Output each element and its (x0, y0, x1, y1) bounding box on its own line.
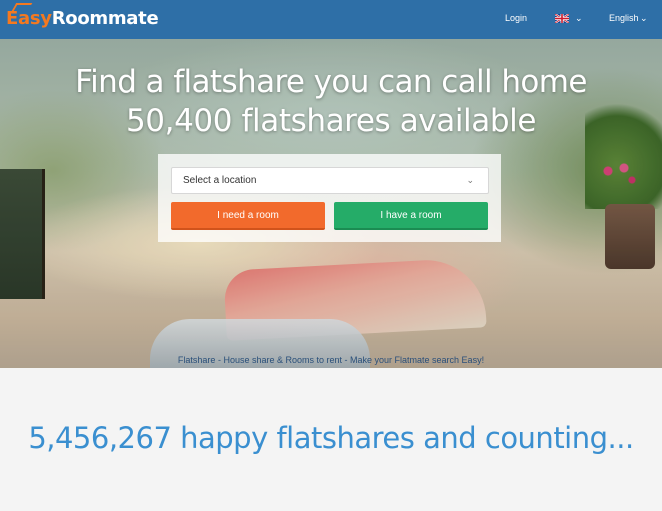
easyroommate-logo[interactable]: Easy Roommate (6, 3, 159, 32)
location-select[interactable]: Select a location ⌄ (171, 167, 489, 194)
uk-flag-icon[interactable] (555, 14, 569, 23)
login-link[interactable]: Login (505, 13, 527, 23)
logo-text-easy: Easy (6, 8, 52, 29)
tagline-slogan: Make your Flatmate search Easy! (350, 355, 485, 365)
logo-text-roommate: Roommate (51, 8, 159, 29)
chevron-down-icon: ⌄ (466, 175, 474, 185)
tagline-flatshare-link[interactable]: Flatshare (178, 355, 216, 365)
hero-subtitle: 50,400 flatshares available (125, 103, 537, 139)
language-selector[interactable]: English (609, 13, 639, 23)
tagline-houseshare-link[interactable]: House share & Rooms to rent (223, 355, 342, 365)
chevron-down-icon[interactable]: ⌄ (575, 13, 583, 24)
location-select-placeholder: Select a location (183, 175, 257, 186)
i-need-a-room-button[interactable]: I need a room (171, 202, 325, 230)
tagline-separator: - (342, 355, 351, 365)
top-navigation-bar: Easy Roommate Login ⌄ English ⌄ (0, 0, 662, 39)
hero-title: Find a flatshare you can call home (75, 64, 587, 100)
chevron-down-icon[interactable]: ⌄ (640, 13, 648, 24)
hero-tagline: Flatshare - House share & Rooms to rent … (0, 355, 662, 365)
happy-flatshares-counter: 5,456,267 happy flatshares and counting.… (28, 421, 634, 455)
i-have-a-room-button[interactable]: I have a room (334, 202, 488, 230)
search-panel: Select a location ⌄ I need a room I have… (158, 154, 501, 242)
